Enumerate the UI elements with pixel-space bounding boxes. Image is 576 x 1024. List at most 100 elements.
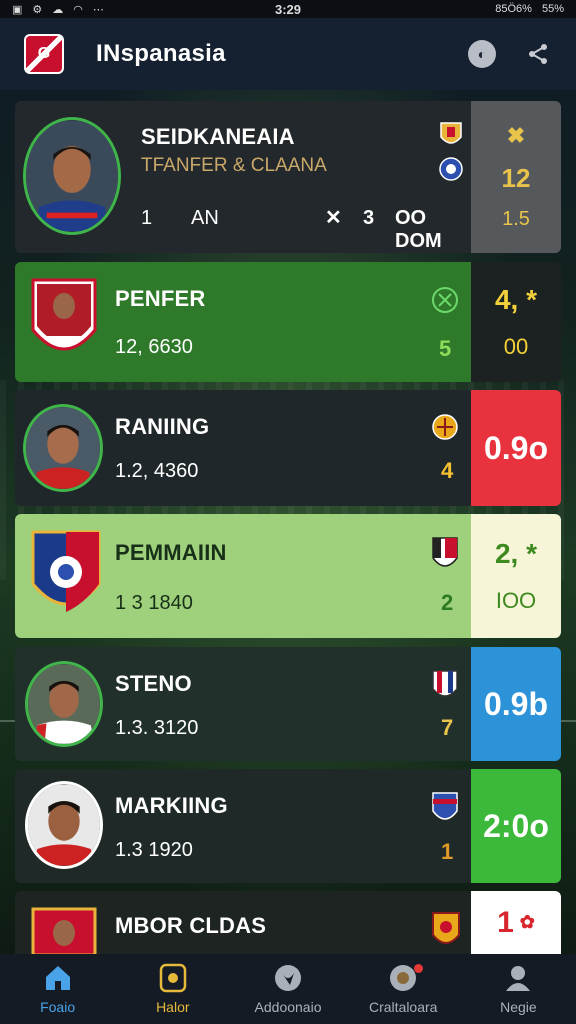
player-card[interactable]: STENO 1.3. 3120 7 0.9b [15, 647, 561, 761]
nav-item-addoonaio[interactable]: Addoonaio [230, 954, 345, 1024]
bottom-nav: Foaio Halor Addoonaio Craltaloara Negie [0, 954, 576, 1024]
club-crest-icon [431, 669, 459, 703]
match-score: 1 [441, 839, 454, 864]
player-name: MBOR CLDAS [115, 913, 267, 938]
club-crest-icon [431, 412, 459, 442]
nav-label: Craltaloara [368, 999, 438, 1015]
nav-label: Negie [500, 999, 537, 1015]
club-crest-icon [431, 911, 461, 951]
player-subtitle: 12, 6630 [115, 336, 193, 358]
shield-icon [158, 963, 188, 993]
match-score: 4 [441, 458, 454, 483]
player-subtitle: 1.3 1920 [115, 839, 193, 861]
app-logo[interactable]: G [24, 34, 64, 74]
home-icon [43, 963, 73, 993]
side-value: 0.9b [483, 685, 549, 722]
profile-icon [503, 963, 533, 993]
close-icon[interactable]: ✖ [507, 123, 525, 149]
player-card[interactable]: SEIDKANEAIA TFANFER & CLAANA 1 AN ✕ 3 OO… [15, 101, 561, 253]
nav-label: Foaio [40, 999, 76, 1015]
side-subvalue: 00 [503, 334, 529, 359]
match-score: 2 [441, 590, 454, 615]
status-time: 3:29 [274, 1, 302, 17]
nav-label: Halor [156, 999, 190, 1015]
card-side[interactable]: 2, * IOO [471, 514, 561, 638]
card-side[interactable]: ✖ 12 1.5 [471, 101, 561, 253]
side-value: 2, * [494, 538, 538, 569]
stat-2: AN [191, 207, 219, 229]
app-header: G INspanasia ◐ [0, 18, 576, 90]
player-subtitle: 1.3. 3120 [115, 717, 199, 739]
club-crest-icon [431, 536, 459, 574]
nav-label: Addoonaio [254, 999, 322, 1015]
header-actions: ◐ [468, 40, 552, 68]
match-score: 5 [439, 336, 452, 361]
club-crest [29, 905, 99, 954]
club-crest [29, 276, 99, 368]
image-icon: ▣ [12, 3, 23, 16]
club-crest [29, 528, 103, 624]
player-card[interactable]: MARKIING 1.3 1920 1 2:0o [15, 769, 561, 883]
club-crest-icon [431, 284, 459, 316]
card-side[interactable]: 4, * 00 [471, 262, 561, 382]
stat-1: 1 [141, 207, 153, 229]
player-name: RANIING [115, 414, 210, 439]
player-card[interactable]: PEMMAIIN 1 3 1840 2 2, * IOO [15, 514, 561, 638]
player-card[interactable]: MBOR CLDAS 1 ✿ [15, 891, 561, 954]
wifi-icon: ◠ [73, 3, 83, 16]
player-name: MARKIING [115, 793, 228, 818]
card-main: MBOR CLDAS [15, 891, 471, 954]
card-side[interactable]: 0.9o [471, 390, 561, 506]
nav-item-home[interactable]: Foaio [0, 954, 115, 1024]
player-name: SEIDKANEAIA [141, 124, 295, 149]
player-name: STENO [115, 671, 192, 696]
card-main: MARKIING 1.3 1920 1 [15, 769, 471, 883]
settings-icon: ⚙ [32, 3, 43, 16]
tackle-icon: ✕ [325, 207, 342, 229]
match-score: 7 [441, 715, 454, 740]
app-title: INspanasia [96, 40, 226, 67]
side-value: 4, * [494, 284, 538, 315]
player-card[interactable]: RANIING 1.2, 4360 4 0.9o [15, 390, 561, 506]
side-subvalue: 1.5 [502, 208, 530, 230]
cloud-icon: ☁ [52, 3, 64, 16]
card-side[interactable]: 0.9b [471, 647, 561, 761]
compass-icon[interactable]: ◐ [468, 40, 496, 68]
card-main: PENFER 12, 6630 5 [15, 262, 471, 382]
card-main: RANIING 1.2, 4360 4 [15, 390, 471, 506]
stat-3: 3 [363, 207, 375, 229]
share-icon[interactable] [524, 40, 552, 68]
player-name: PENFER [115, 286, 206, 311]
medal-icon: ✿ [519, 912, 535, 932]
signal-text: 85Ö6% [495, 3, 532, 15]
side-value: 0.9o [483, 429, 549, 466]
player-subtitle: 1.2, 4360 [115, 460, 199, 482]
side-value: 2:0o [483, 807, 549, 844]
nav-item-halor[interactable]: Halor [115, 954, 230, 1024]
nav-item-craltaloara[interactable]: Craltaloara [346, 954, 461, 1024]
player-avatar [25, 661, 103, 747]
player-card[interactable]: PENFER 12, 6630 5 4, * 00 [15, 262, 561, 382]
card-main: SEIDKANEAIA TFANFER & CLAANA 1 AN ✕ 3 OO… [15, 101, 471, 253]
player-name: PEMMAIIN [115, 540, 227, 565]
player-avatar [25, 781, 103, 869]
card-main: STENO 1.3. 3120 7 [15, 647, 471, 761]
status-right: 85Ö6% 55% [495, 3, 564, 15]
status-left-icons: ▣ ⚙ ☁ ◠ ⋯ [12, 3, 104, 16]
battery-text: 55% [541, 3, 564, 15]
twitter-icon [273, 963, 303, 993]
card-side[interactable]: 2:0o [471, 769, 561, 883]
side-subvalue: IOO [495, 588, 537, 613]
league-badge-icon [439, 155, 463, 183]
app-logo-text: G [37, 45, 51, 62]
club-crest-icon [439, 121, 463, 149]
card-side[interactable]: 1 ✿ [471, 891, 561, 954]
side-value: 12 [501, 163, 531, 193]
stat-4: OO DOM [395, 207, 442, 252]
player-subtitle: TFANFER & CLAANA [141, 155, 327, 176]
status-bar: ▣ ⚙ ☁ ◠ ⋯ 3:29 85Ö6% 55% [0, 0, 576, 18]
more-icon: ⋯ [92, 3, 104, 16]
notification-dot [413, 964, 423, 973]
nav-item-negie[interactable]: Negie [461, 954, 576, 1024]
player-avatar [23, 117, 121, 235]
